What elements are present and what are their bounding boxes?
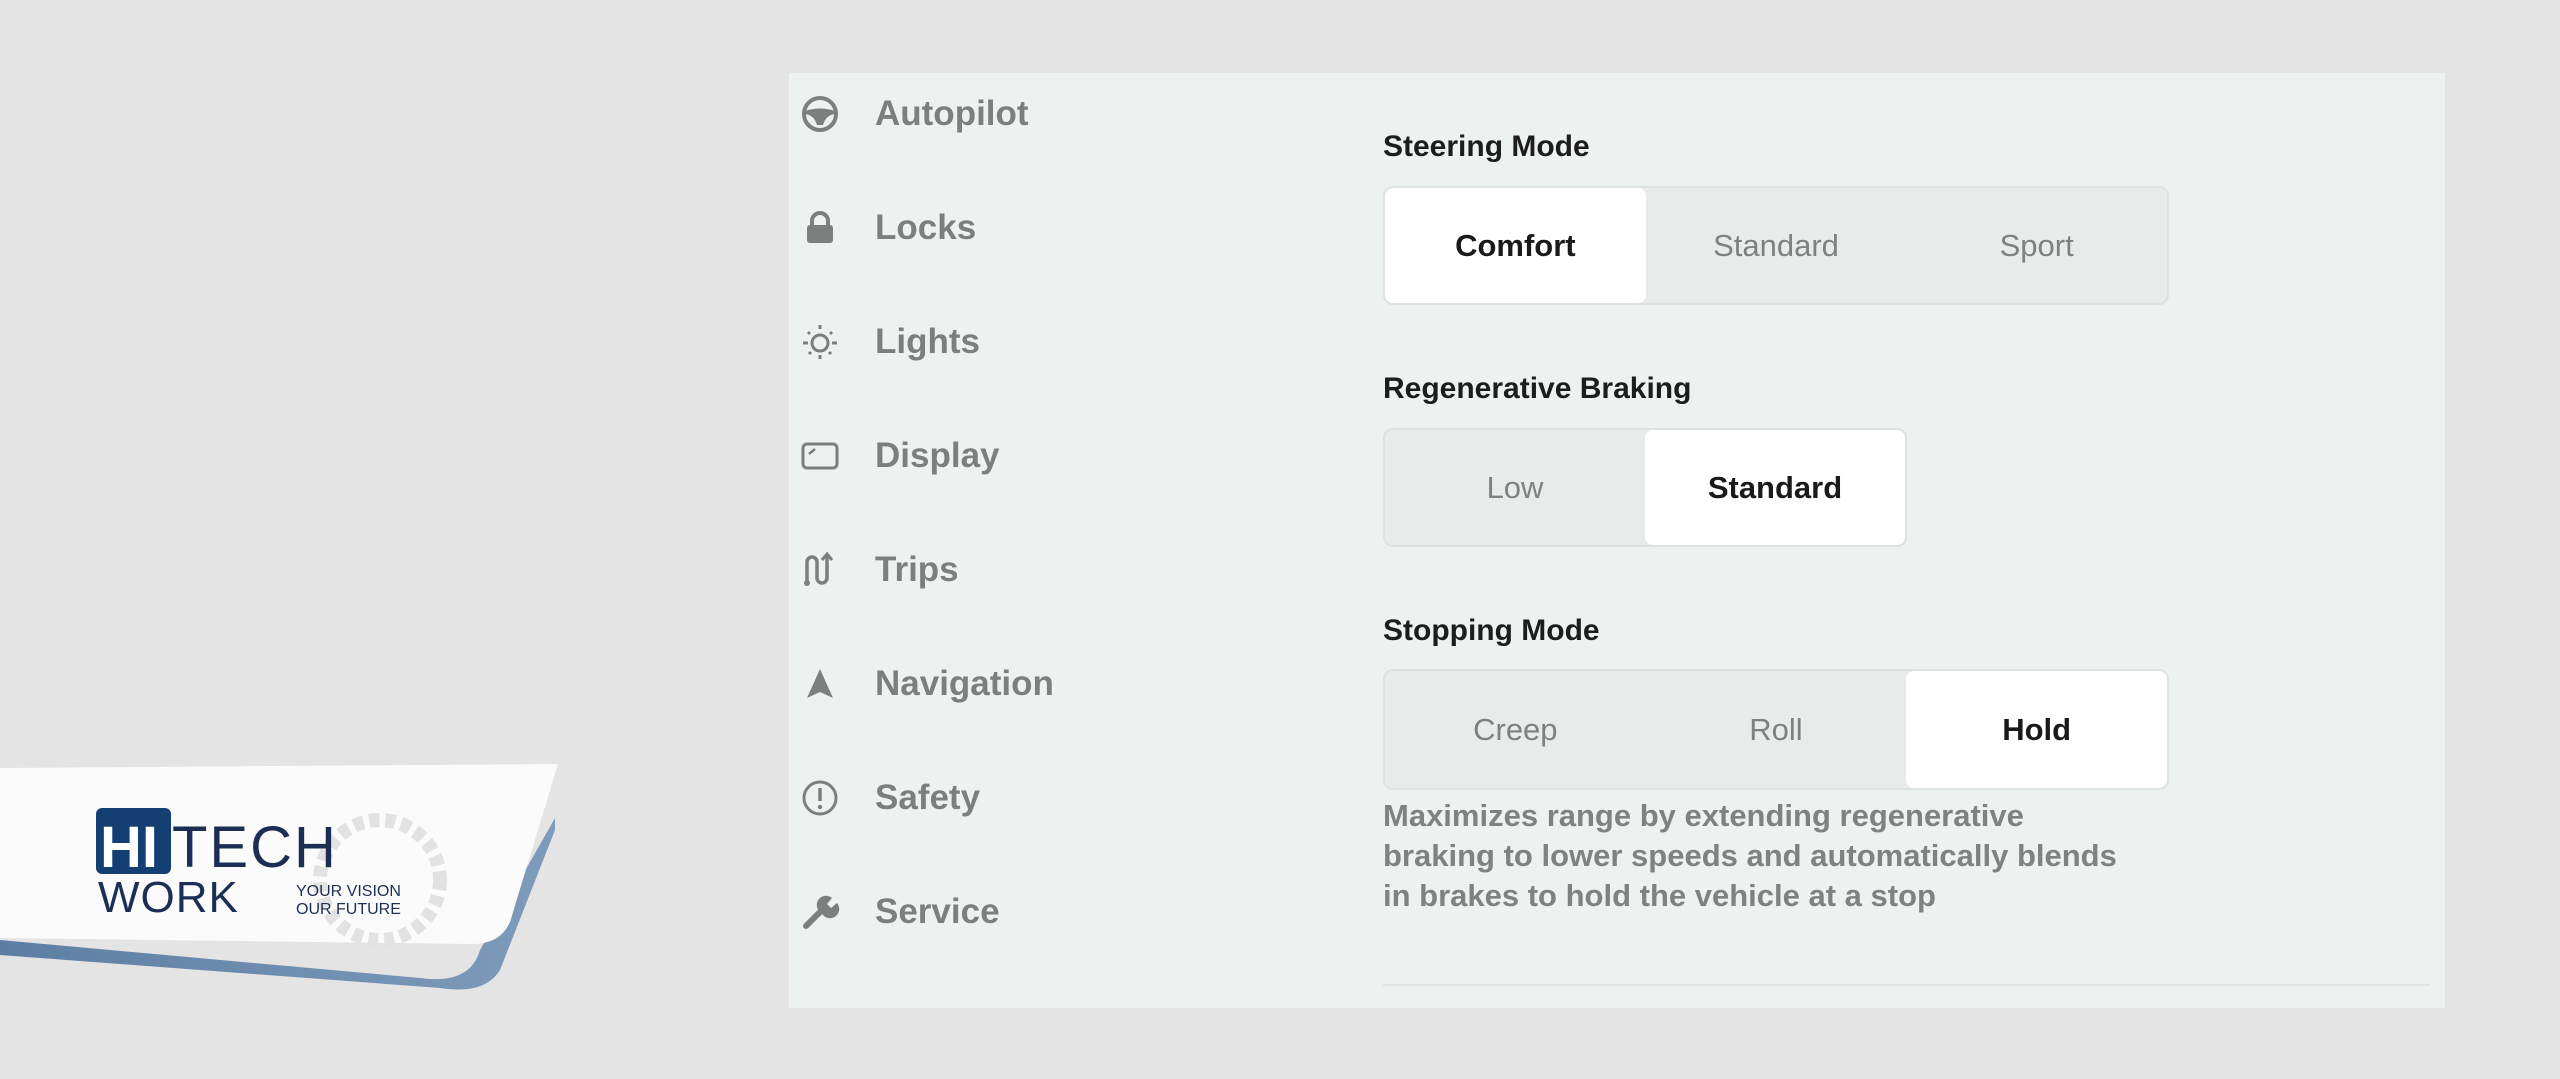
steering-option-standard[interactable]: Standard <box>1646 188 1907 303</box>
steering-mode-heading: Steering Mode <box>1383 130 1590 163</box>
steering-mode-control: Comfort Standard Sport <box>1383 186 2169 305</box>
alert-circle-icon <box>799 777 841 819</box>
regen-option-low[interactable]: Low <box>1385 430 1645 545</box>
watermark-logo: HI TECH WORK YOUR VISION OUR FUTURE <box>0 750 600 1050</box>
stopping-option-creep[interactable]: Creep <box>1385 671 1646 788</box>
svg-text:TECH: TECH <box>172 815 338 880</box>
svg-text:OUR FUTURE: OUR FUTURE <box>296 901 401 918</box>
sidebar-item-label: Navigation <box>875 664 1054 703</box>
divider <box>1383 984 2430 986</box>
sidebar-item-label: Locks <box>875 208 977 247</box>
sidebar-item-display[interactable]: Display <box>789 416 1229 496</box>
regenerative-braking-control: Low Standard <box>1383 428 1907 547</box>
regen-option-standard[interactable]: Standard <box>1645 430 1905 545</box>
stopping-option-hold[interactable]: Hold <box>1906 671 2168 788</box>
stopping-mode-control: Creep Roll Hold <box>1383 669 2169 790</box>
sidebar-item-label: Safety <box>875 778 981 817</box>
sidebar-item-safety[interactable]: Safety <box>789 758 1229 838</box>
sidebar-item-locks[interactable]: Locks <box>789 188 1229 268</box>
steering-option-comfort[interactable]: Comfort <box>1385 188 1646 303</box>
stopping-mode-description: Maximizes range by extending regenerativ… <box>1383 798 2117 913</box>
sidebar-item-lights[interactable]: Lights <box>789 302 1229 382</box>
sidebar-item-label: Display <box>875 436 1000 475</box>
stopping-mode-heading: Stopping Mode <box>1383 614 1600 647</box>
trips-icon <box>799 549 841 591</box>
display-icon <box>799 435 841 477</box>
svg-text:HI: HI <box>100 815 158 880</box>
svg-text:WORK: WORK <box>98 873 239 922</box>
settings-panel: Autopilot Locks Lights Display Trips Nav… <box>789 73 2445 1008</box>
sidebar-item-navigation[interactable]: Navigation <box>789 644 1229 724</box>
regenerative-braking-heading: Regenerative Braking <box>1383 372 1692 405</box>
sidebar-item-label: Lights <box>875 322 980 361</box>
steering-wheel-icon <box>799 93 841 135</box>
sidebar-item-service[interactable]: Service <box>789 872 1229 952</box>
sidebar-item-label: Service <box>875 892 1000 931</box>
light-bulb-icon <box>799 321 841 363</box>
sidebar-item-trips[interactable]: Trips <box>789 530 1229 610</box>
wrench-icon <box>799 891 841 933</box>
sidebar-item-autopilot[interactable]: Autopilot <box>789 74 1229 154</box>
navigation-arrow-icon <box>799 663 841 705</box>
svg-text:YOUR VISION: YOUR VISION <box>296 883 401 900</box>
sidebar-item-label: Autopilot <box>875 94 1029 133</box>
steering-option-sport[interactable]: Sport <box>1906 188 2167 303</box>
stopping-option-roll[interactable]: Roll <box>1646 671 1907 788</box>
lock-icon <box>799 207 841 249</box>
sidebar-item-label: Trips <box>875 550 959 589</box>
